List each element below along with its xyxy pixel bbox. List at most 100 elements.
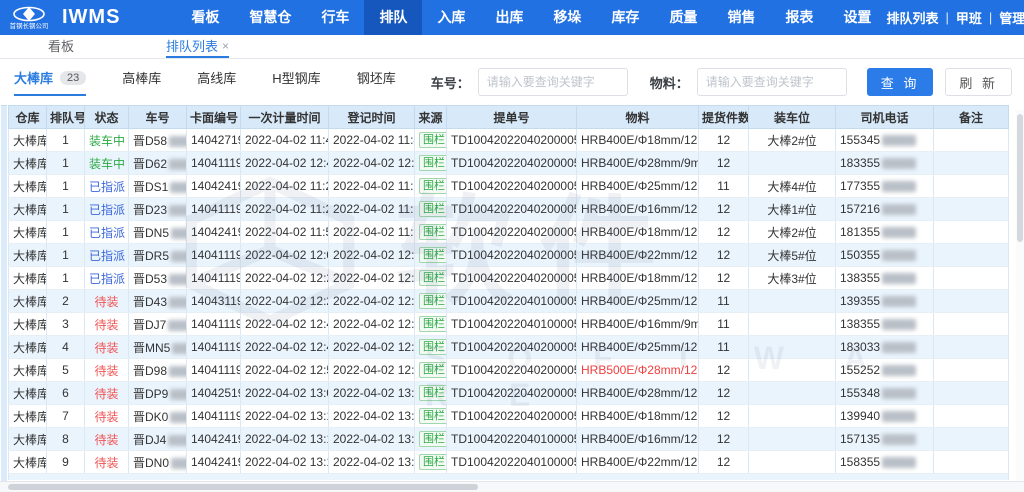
nav-item-3[interactable]: 行车 [306,0,364,35]
nav-item-4[interactable]: 排队 [364,0,422,35]
cell-status: 已指派 [85,244,129,267]
plate-blur-mask [170,412,186,423]
column-header-9: 提单号 [447,106,577,129]
table-row[interactable]: 大棒库 5 待装 晋D98 14041119 2022-04-02 12:50 … [9,359,1009,382]
nav-item-5[interactable]: 入库 [422,0,480,35]
table-row[interactable]: 大棒库 1 装车中 晋D62 14041119 2022-04-02 12:46… [9,152,1009,175]
plate-blur-mask [172,343,186,354]
cell-material: HRB400E/Φ28mm/9m [577,152,699,175]
table-row[interactable]: 大棒库 1 已指派 晋D53 14041119 2022-04-02 12:21… [9,267,1009,290]
cell-warehouse: 大棒库 [9,198,47,221]
refresh-button[interactable]: 刷 新 [945,68,1012,96]
nav-item-11[interactable]: 报表 [770,0,828,35]
cell-plate: 晋D23 [129,198,187,221]
phone-prefix: 155345 [840,133,880,147]
nav-item-7[interactable]: 移垛 [538,0,596,35]
warehouse-tabs: 大棒库23 高棒库 高线库 H型钢库 钢坯库 [14,68,396,96]
cell-status: 已指派 [85,175,129,198]
warehouse-tab-5[interactable]: 钢坯库 [357,68,396,96]
nav-item-1[interactable]: 看板 [176,0,234,35]
nav-item-10[interactable]: 销售 [712,0,770,35]
cell-card-no: 14041119 [187,359,241,382]
cell-slot: 大棒2#位 [749,221,836,244]
cell-phone: 155345 [836,129,934,152]
cell-queue-no: 1 [47,129,85,152]
view-tab-1[interactable]: 看板 [48,35,74,58]
cell-slot [749,405,836,428]
table-row[interactable]: 大棒库 1 已指派 晋DR5 14041119 2022-04-02 12:02… [9,244,1009,267]
cell-qty: 11 [699,313,749,336]
cell-source: 围栏 [415,382,447,405]
table-row[interactable]: 大棒库 1 装车中 晋D58 14042719 2022-04-02 11:43… [9,129,1009,152]
material-text: HRB400E/Φ18mm/12m [581,133,699,147]
phone-blur-mask [882,388,916,399]
view-tab-2[interactable]: 排队列表× [166,35,229,58]
status-badge: 装车中 [89,134,125,148]
user-role[interactable]: 管理员 [999,8,1024,27]
cell-qty: 12 [699,244,749,267]
cell-warehouse: 大棒库 [9,290,47,313]
plate-prefix: 晋D62 [133,157,167,171]
cell-remark [934,267,1009,290]
cell-material: HRB400E/Φ18mm/12m [577,405,699,428]
table-row[interactable]: 大棒库 9 待装 晋DN0 14042419 2022-04-02 13:18 … [9,451,1009,474]
phone-blur-mask [882,135,916,146]
cell-card-no: 14041119 [187,244,241,267]
nav-item-8[interactable]: 库存 [596,0,654,35]
plate-blur-mask [168,320,186,331]
plate-search-input[interactable] [478,68,628,96]
nav-item-2[interactable]: 智慧仓 [234,0,306,35]
query-button[interactable]: 查 询 [867,68,934,96]
cell-measure-time: 2022-04-02 11:43 [241,129,329,152]
cell-slot [749,451,836,474]
user-context[interactable]: 排队列表 [886,8,938,27]
phone-prefix: 157216 [840,202,880,216]
table-row[interactable]: 大棒库 1 已指派 晋DS1 14042419 2022-04-02 11:26… [9,175,1009,198]
cell-remark [934,198,1009,221]
cell-plate: 晋MN5 [129,336,187,359]
cell-measure-time: 2022-04-02 13:11 [241,405,329,428]
material-text: HRB500E/Φ28mm/12m [581,363,699,377]
table-row[interactable]: 大棒库 6 待装 晋DP9 14042519 2022-04-02 13:09 … [9,382,1009,405]
cell-slot [749,359,836,382]
warehouse-tab-2[interactable]: 高棒库 [122,68,161,96]
warehouse-tab-4[interactable]: H型钢库 [272,68,320,96]
vertical-scrollbar[interactable] [1016,110,1024,482]
cell-slot: 大棒4#位 [749,175,836,198]
cell-measure-time: 2022-04-02 11:26 [241,175,329,198]
cell-bill-no: TD10042022040200005320 [447,359,577,382]
cell-material: HRB400E/Φ25mm/12m [577,336,699,359]
cell-queue-no: 3 [47,313,85,336]
horizontal-scrollbar[interactable] [0,481,1024,492]
warehouse-tab-1[interactable]: 大棒库23 [14,68,86,96]
user-shift[interactable]: 甲班 [956,8,982,27]
table-row[interactable]: 大棒库 1 已指派 晋D23 14041119 2022-04-02 11:26… [9,198,1009,221]
cell-register-time: 2022-04-02 13:19 [329,451,415,474]
table-row[interactable]: 大棒库 4 待装 晋MN5 14041119 2022-04-02 12:49 … [9,336,1009,359]
cell-status: 已指派 [85,221,129,244]
vertical-scrollbar-thumb[interactable] [1017,114,1023,242]
material-search-input[interactable] [697,68,847,96]
cell-queue-no: 9 [47,451,85,474]
cell-qty: 12 [699,405,749,428]
separator: | [945,10,948,25]
user-area[interactable]: 排队列表 | 甲班 | 管理员 ▾ [886,8,1024,27]
cell-register-time: 2022-04-02 11:53 [329,221,415,244]
plate-blur-mask [171,228,186,239]
plate-blur-mask [170,389,186,400]
cell-bill-no: TD10042022040200005319 [447,244,577,267]
cell-register-time: 2022-04-02 12:41 [329,313,415,336]
cell-warehouse: 大棒库 [9,313,47,336]
warehouse-tab-3[interactable]: 高线库 [197,68,236,96]
close-icon[interactable]: × [222,39,229,53]
nav-item-6[interactable]: 出库 [480,0,538,35]
horizontal-scrollbar-thumb[interactable] [8,484,478,490]
phone-prefix: 139355 [840,294,880,308]
nav-item-12[interactable]: 设置 [828,0,886,35]
table-row[interactable]: 大棒库 7 待装 晋DK0 14041119 2022-04-02 13:11 … [9,405,1009,428]
table-row[interactable]: 大棒库 8 待装 晋DJ4 14042419 2022-04-02 13:15 … [9,428,1009,451]
table-row[interactable]: 大棒库 3 待装 晋DJ7 14041119 2022-04-02 12:41 … [9,313,1009,336]
nav-item-9[interactable]: 质量 [654,0,712,35]
table-row[interactable]: 大棒库 1 已指派 晋DN5 14042419 2022-04-02 11:53… [9,221,1009,244]
table-row[interactable]: 大棒库 2 待装 晋D43 14043119 2022-04-02 12:24 … [9,290,1009,313]
